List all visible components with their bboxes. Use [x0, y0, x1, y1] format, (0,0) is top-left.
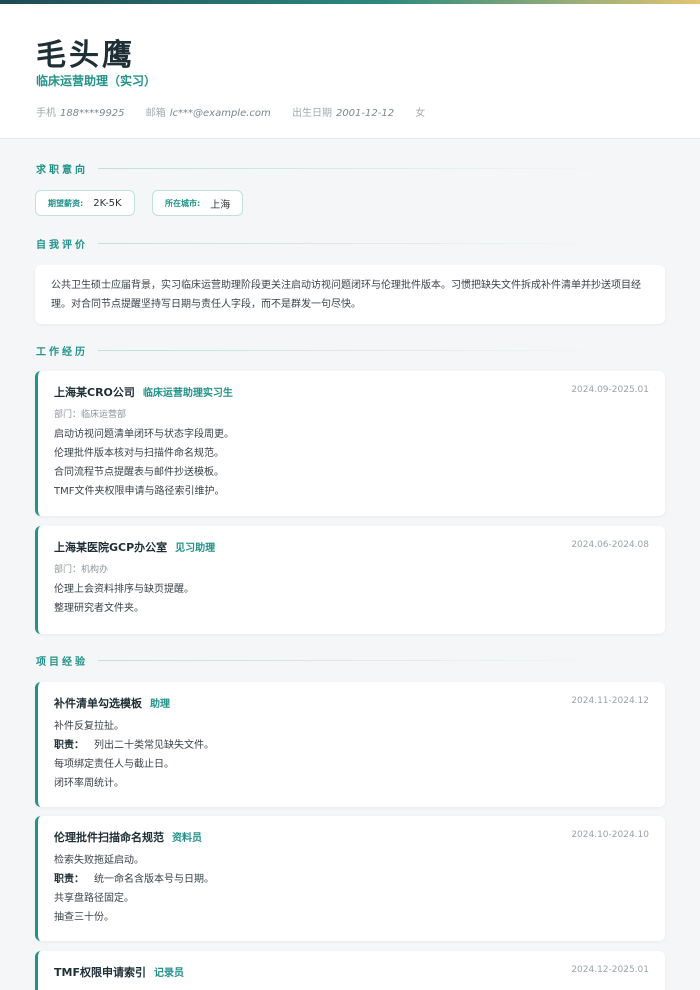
section-divider — [98, 242, 664, 244]
project-date: 2024.12-2025.01 — [571, 965, 649, 975]
work-dept: 部门：临床运营部 — [54, 410, 127, 420]
section-divider — [98, 167, 664, 169]
work-item: 上海某CRO公司 临床运营助理实习生 2024.09-2025.01 部门：临床运… — [35, 371, 665, 516]
chip-city: 所在城市: 上海 — [152, 190, 244, 216]
contact-birthdate: 出生日期 2001-12-12 — [291, 108, 395, 119]
project-item: 补件清单勾选模板 助理 2024.11-2024.12 补件反复拉扯。 职责： 列出… — [35, 682, 665, 807]
self-evaluation-text: 公共卫生硕士应届背景，实习临床运营助理阶段更关注启动访视问题闭环与伦理批件版本。… — [51, 280, 641, 310]
contact-email: 邮箱 lc***@example.com — [145, 108, 271, 119]
candidate-name: 毛头鹰 — [36, 38, 135, 73]
project-date: 2024.10-2024.10 — [571, 830, 649, 840]
project-item: 伦理批件扫描命名规范 资料员 2024.10-2024.10 检索失败拖延启动。 … — [35, 816, 665, 941]
work-date: 2024.09-2025.01 — [571, 385, 649, 395]
work-dept: 部门：机构办 — [54, 565, 109, 575]
contact-gender: 女 — [415, 108, 426, 119]
work-date: 2024.06-2024.08 — [571, 540, 649, 550]
work-duties: 启动访视问题清单闭环与状态字段周更。 伦理批件版本核对与扫描件命名规范。 合同流… — [54, 429, 234, 497]
section-title-projects: 项目经验 — [36, 653, 664, 668]
project-date: 2024.11-2024.12 — [571, 696, 649, 706]
target-role: 临床运营助理（实习） — [36, 74, 157, 88]
section-title-intent: 求职意向 — [36, 161, 664, 176]
project-title: 补件清单勾选模板 助理 — [54, 697, 170, 710]
work-title: 上海某CRO公司 临床运营助理实习生 — [54, 386, 233, 399]
resume-header: 毛头鹰 临床运营助理（实习） 手机 188****9925 邮箱 lc***@exa… — [0, 4, 700, 139]
contact-phone: 手机 188****9925 — [36, 108, 125, 119]
project-title: TMF权限申请索引 记录员 — [54, 966, 184, 979]
project-details: 检索失败拖延启动。 职责： 统一命名含版本号与日期。 共享盘路径固定。 抽查三十份… — [54, 855, 214, 923]
work-item: 上海某医院GCP办公室 见习助理 2024.06-2024.08 部门：机构办 伦… — [35, 526, 665, 634]
section-divider — [98, 349, 664, 351]
section-title-summary: 自我评价 — [36, 236, 664, 251]
project-details: 补件反复拉扯。 职责： 列出二十类常见缺失文件。 每项绑定责任人与截止日。 闭环率… — [54, 721, 214, 789]
section-title-work: 工作经历 — [36, 343, 664, 358]
project-title: 伦理批件扫描命名规范 资料员 — [54, 831, 202, 844]
work-title: 上海某医院GCP办公室 见习助理 — [54, 541, 216, 554]
work-duties: 伦理上会资料排序与缺页提醒。 整理研究者文件夹。 — [54, 584, 194, 614]
section-divider — [98, 659, 664, 661]
project-item: TMF权限申请索引 记录员 2024.12-2025.01 — [35, 951, 665, 990]
contact-info: 手机 188****9925 邮箱 lc***@example.com 出生日期 20… — [36, 104, 447, 119]
chip-salary: 期望薪资: 2K-5K — [35, 190, 135, 216]
self-evaluation-card: 公共卫生硕士应届背景，实习临床运营助理阶段更关注启动访视问题闭环与伦理批件版本。… — [35, 265, 665, 324]
